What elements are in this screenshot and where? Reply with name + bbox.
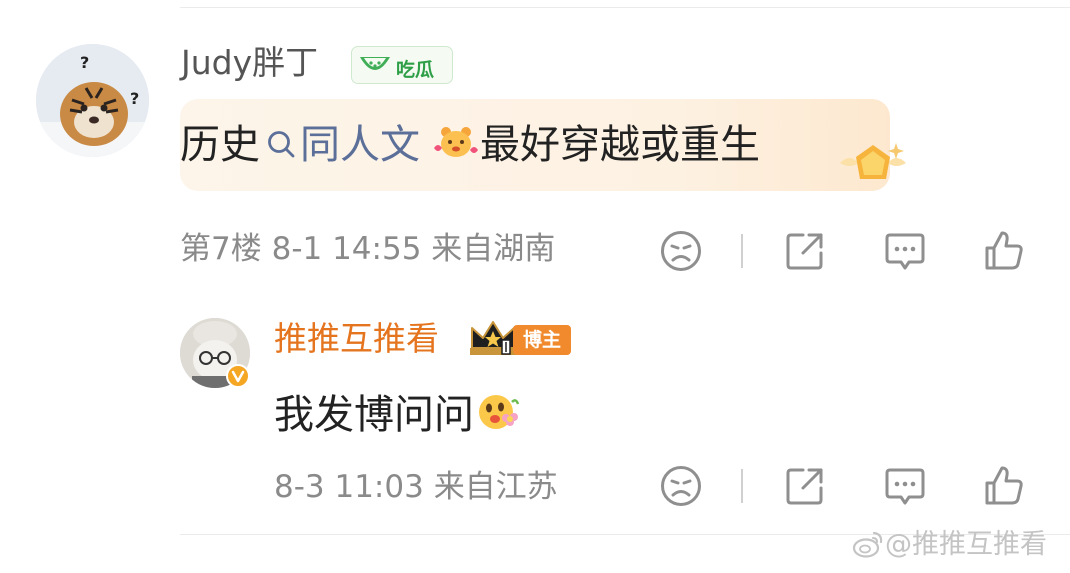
svg-text:?: ? [80, 53, 89, 72]
reply-username[interactable]: 推推互推看 [274, 322, 439, 355]
watermark: @推推互推看 [885, 529, 1047, 560]
share-icon[interactable] [783, 464, 827, 508]
reply-datetime: 8-3 11:03 [274, 469, 424, 505]
top-divider [180, 7, 1070, 8]
comment-meta: 第7楼 8-1 14:55 来自湖南 [180, 234, 555, 265]
comment-icon[interactable] [883, 229, 927, 273]
like-icon[interactable] [981, 229, 1025, 273]
username[interactable]: Judy胖丁 [181, 46, 318, 79]
topic-link[interactable]: 同人文 [300, 122, 420, 168]
content-suffix: 最好穿越或重生 [480, 122, 760, 168]
dislike-icon[interactable] [659, 229, 703, 273]
reply-meta: 8-3 11:03 来自江苏 [274, 472, 558, 503]
blogger-tag: 博主 [513, 325, 571, 355]
flower-emoji-icon [479, 395, 520, 429]
reply-content: 我发博问问 [274, 390, 520, 435]
comment-location: 来自湖南 [431, 231, 556, 267]
avatar[interactable]: ? ? [36, 44, 149, 157]
share-icon[interactable] [783, 229, 827, 273]
floor-number: 第7楼 [180, 231, 262, 267]
comment-datetime: 8-1 14:55 [271, 231, 422, 267]
comment-content: 历史 同人文 最好穿越或重生 [180, 122, 760, 165]
melon-badge[interactable]: 吃瓜 [351, 46, 453, 84]
reply-text: 我发博问问 [274, 392, 474, 438]
comment-icon[interactable] [883, 464, 927, 508]
content-prefix: 历史 [180, 122, 260, 168]
comment-thread: ? ? Judy胖丁 吃瓜 历史 同人文 最好穿越或重生 第7楼 8-1 14:55… [0, 0, 1070, 573]
weibo-logo-icon [852, 531, 883, 558]
melon-badge-label: 吃瓜 [396, 59, 435, 81]
bear-emoji-icon [434, 127, 478, 157]
verified-v-icon [226, 364, 250, 388]
search-icon [268, 131, 295, 158]
like-icon[interactable] [981, 464, 1025, 508]
svg-text:?: ? [130, 89, 139, 108]
action-separator [741, 234, 743, 268]
action-separator [741, 469, 743, 503]
watermelon-icon [360, 57, 390, 70]
reply-location: 来自江苏 [433, 469, 558, 505]
crown-icon [470, 321, 516, 355]
dislike-icon[interactable] [659, 464, 703, 508]
tiger-avatar-image: ? ? [36, 44, 149, 157]
gold-medal-icon [840, 143, 906, 179]
